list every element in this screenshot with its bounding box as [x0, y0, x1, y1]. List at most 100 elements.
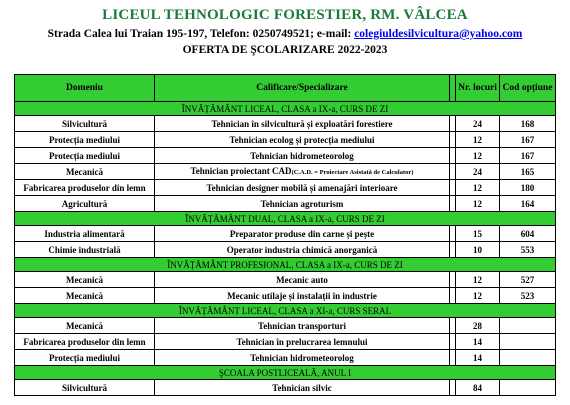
cell-places: 15 — [455, 225, 500, 242]
cell-places: 24 — [455, 115, 500, 132]
cell-code: 168 — [499, 115, 556, 132]
qualification-text: Tehnician proiectant CAD — [190, 165, 292, 176]
cell-qualification: Tehnician în prelucrarea lemnului — [154, 333, 450, 350]
column-header-places: Nr. locuri — [455, 74, 500, 102]
qualification-text: Operator industria chimică anorganică — [226, 244, 378, 255]
cell-places: 84 — [455, 379, 500, 396]
table-row: Mecanică Tehnician transporturi 28 — [14, 317, 556, 334]
section-header-row: ÎNVĂȚĂMÂNT PROFESIONAL, CLASA a IX-a, CU… — [14, 257, 556, 272]
cell-code — [499, 333, 556, 350]
qualification-text: Tehnician hidrometeorolog — [250, 150, 354, 161]
cell-code: 167 — [499, 147, 556, 164]
section-header-row: ÎNVĂȚĂMÂNT LICEAL, CLASA a XI-a, CURS SE… — [14, 303, 556, 318]
cell-places: 24 — [455, 163, 500, 180]
cell-places: 12 — [455, 271, 500, 288]
cell-domain: Industria alimentară — [14, 225, 155, 242]
cell-qualification: Tehnician agroturism — [154, 195, 450, 212]
cell-domain: Mecanică — [14, 317, 155, 334]
cell-code: 180 — [499, 179, 556, 196]
cell-domain: Silvicultură — [14, 115, 155, 132]
cell-code: 164 — [499, 195, 556, 212]
cell-qualification: Tehnician silvic — [154, 379, 450, 396]
section-header-row: ÎNVĂȚĂMÂNT DUAL, CLASA a IX-a, CURS DE Z… — [14, 211, 556, 226]
cell-domain: Chimie industrială — [14, 241, 155, 258]
section-title: ÎNVĂȚĂMÂNT LICEAL, CLASA a XI-a, CURS SE… — [14, 303, 556, 318]
qualification-text: Tehnician transporturi — [258, 320, 346, 331]
section-header-row: ÎNVĂȚĂMÂNT LICEAL, CLASA a IX-a, CURS DE… — [14, 101, 556, 116]
section-title: ÎNVĂȚĂMÂNT DUAL, CLASA a IX-a, CURS DE Z… — [14, 211, 556, 226]
cell-qualification: Mecanic utilaje și instalații în industr… — [154, 287, 450, 304]
cell-code — [499, 317, 556, 334]
school-title: LICEUL TEHNOLOGIC FORESTIER, RM. VÂLCEA — [102, 7, 468, 23]
qualification-text: Tehnician hidrometeorolog — [250, 352, 354, 363]
table-row: Protecția mediului Tehnician hidrometeoro… — [14, 349, 556, 366]
qualification-text: Tehnician agroturism — [260, 198, 344, 209]
cell-domain: Protecția mediului — [14, 349, 155, 366]
cell-places: 28 — [455, 317, 500, 334]
cell-places: 10 — [455, 241, 500, 258]
qualification-note: (C.A.D. = Proiectare Asistată de Calcula… — [291, 168, 414, 176]
cell-domain: Silvicultură — [14, 379, 155, 396]
table-row: Mecanică Tehnician proiectant CAD(C.A.D. … — [14, 163, 556, 180]
cell-qualification: Tehnician ecolog și protecția mediului — [154, 131, 450, 148]
cell-places: 12 — [455, 195, 500, 212]
section-header-row: ŞCOALA POSTLICEALĂ, ANUL I — [14, 365, 556, 380]
section-title: ŞCOALA POSTLICEALĂ, ANUL I — [14, 365, 556, 380]
cell-domain: Protecția mediului — [14, 147, 155, 164]
cell-domain: Mecanică — [14, 287, 155, 304]
cell-qualification: Tehnician proiectant CAD(C.A.D. = Proiec… — [154, 163, 450, 180]
offer-table: Domeniu Calificare/Specializare Nr. locu… — [14, 74, 556, 396]
table-row: Mecanică Mecanic auto 12 527 — [14, 271, 556, 288]
cell-code: 553 — [499, 241, 556, 258]
cell-code — [499, 349, 556, 366]
cell-places: 12 — [455, 179, 500, 196]
table-row: Protecția mediului Tehnician hidrometeoro… — [14, 147, 556, 164]
cell-code: 527 — [499, 271, 556, 288]
qualification-text: Tehnician în silvicultură și exploatări … — [211, 118, 393, 129]
cell-qualification: Preparator produse din carne și pește — [154, 225, 450, 242]
table-header-row: Domeniu Calificare/Specializare Nr. locu… — [14, 74, 556, 102]
cell-domain: Mecanică — [14, 163, 155, 180]
table-row: Agricultură Tehnician agroturism 12 164 — [14, 195, 556, 212]
cell-code: 167 — [499, 131, 556, 148]
table-row: Protecția mediului Tehnician ecolog și pr… — [14, 131, 556, 148]
table-row: Industria alimentară Preparator produse d… — [14, 225, 556, 242]
qualification-text: Mecanic auto — [276, 274, 328, 285]
section-title: ÎNVĂȚĂMÂNT PROFESIONAL, CLASA a IX-a, CU… — [14, 257, 556, 272]
table-row: Chimie industrială Operator industria chi… — [14, 241, 556, 258]
cell-qualification: Operator industria chimică anorganică — [154, 241, 450, 258]
cell-domain: Fabricarea produselor din lemn — [14, 333, 155, 350]
cell-places: 12 — [455, 287, 500, 304]
qualification-text: Tehnician ecolog și protecția mediului — [229, 134, 375, 145]
cell-qualification: Tehnician în silvicultură și exploatări … — [154, 115, 450, 132]
column-header-domain: Domeniu — [14, 74, 155, 102]
cell-domain: Protecția mediului — [14, 131, 155, 148]
table-row: Silvicultură Tehnician în silvicultură și… — [14, 115, 556, 132]
qualification-text: Preparator produse din carne și pește — [229, 228, 375, 239]
email-link[interactable]: colegiuldesilvicultura@yahoo.com — [354, 28, 522, 40]
cell-domain: Mecanică — [14, 271, 155, 288]
cell-places: 14 — [455, 349, 500, 366]
table-row: Silvicultură Tehnician silvic 84 — [14, 379, 556, 396]
cell-places: 12 — [455, 147, 500, 164]
cell-code: 165 — [499, 163, 556, 180]
cell-domain: Fabricarea produselor din lemn — [14, 179, 155, 196]
cell-code — [499, 379, 556, 396]
qualification-text: Tehnician în prelucrarea lemnului — [236, 336, 368, 347]
contact-line: Strada Calea lui Traian 195-197, Telefon… — [0, 28, 570, 40]
column-header-qualification: Calificare/Specializare — [154, 74, 450, 102]
qualification-text: Mecanic utilaje și instalații în industr… — [227, 290, 377, 301]
cell-qualification: Tehnician designer mobilă și amenajări i… — [154, 179, 450, 196]
offer-title: OFERTA DE ŞCOLARIZARE 2022-2023 — [182, 44, 388, 56]
cell-code: 604 — [499, 225, 556, 242]
cell-qualification: Tehnician hidrometeorolog — [154, 349, 450, 366]
table-row: Mecanică Mecanic utilaje și instalații în… — [14, 287, 556, 304]
cell-qualification: Mecanic auto — [154, 271, 450, 288]
cell-places: 12 — [455, 131, 500, 148]
cell-qualification: Tehnician hidrometeorolog — [154, 147, 450, 164]
column-header-code: Cod opțiune — [499, 74, 556, 102]
cell-qualification: Tehnician transporturi — [154, 317, 450, 334]
qualification-text: Tehnician designer mobilă și amenajări i… — [206, 182, 398, 193]
table-row: Fabricarea produselor din lemn Tehnician … — [14, 333, 556, 350]
offer-table-body: ÎNVĂȚĂMÂNT LICEAL, CLASA a IX-a, CURS DE… — [14, 101, 556, 396]
